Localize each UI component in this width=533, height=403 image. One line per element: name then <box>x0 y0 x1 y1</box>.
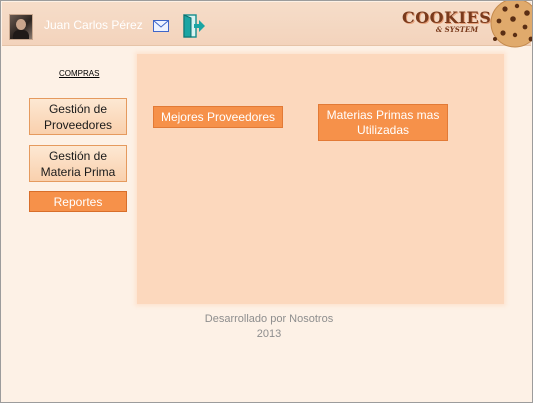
app-window: Juan Carlos Pérez COOKIES & SYSTEM COMPR… <box>0 0 533 403</box>
brand-logo: COOKIES & SYSTEM <box>402 8 492 34</box>
user-avatar <box>9 14 33 40</box>
footer: Desarrollado por Nosotros 2013 <box>151 312 387 342</box>
cookie-logo <box>490 1 532 48</box>
user-name: Juan Carlos Pérez <box>44 18 143 32</box>
content-panel <box>137 54 504 304</box>
report-button-materias-primas[interactable]: Materias Primas mas Utilizadas <box>318 104 448 141</box>
report-button-mejores-proveedores[interactable]: Mejores Proveedores <box>153 106 283 128</box>
exit-door-icon[interactable] <box>183 14 205 38</box>
sidebar-item-gestion-proveedores[interactable]: Gestión de Proveedores <box>29 98 127 135</box>
footer-year: 2013 <box>256 328 282 340</box>
section-label-compras: COMPRAS <box>59 69 100 78</box>
mail-icon[interactable] <box>153 20 169 32</box>
sidebar-item-gestion-materia-prima[interactable]: Gestión de Materia Prima <box>29 145 127 182</box>
footer-line1: Desarrollado por Nosotros <box>204 313 334 325</box>
header-bar: Juan Carlos Pérez COOKIES & SYSTEM <box>2 1 532 48</box>
logo-sub: & SYSTEM <box>435 25 479 34</box>
logo-main: COOKIES <box>402 8 492 27</box>
sidebar-item-reportes[interactable]: Reportes <box>29 191 127 212</box>
